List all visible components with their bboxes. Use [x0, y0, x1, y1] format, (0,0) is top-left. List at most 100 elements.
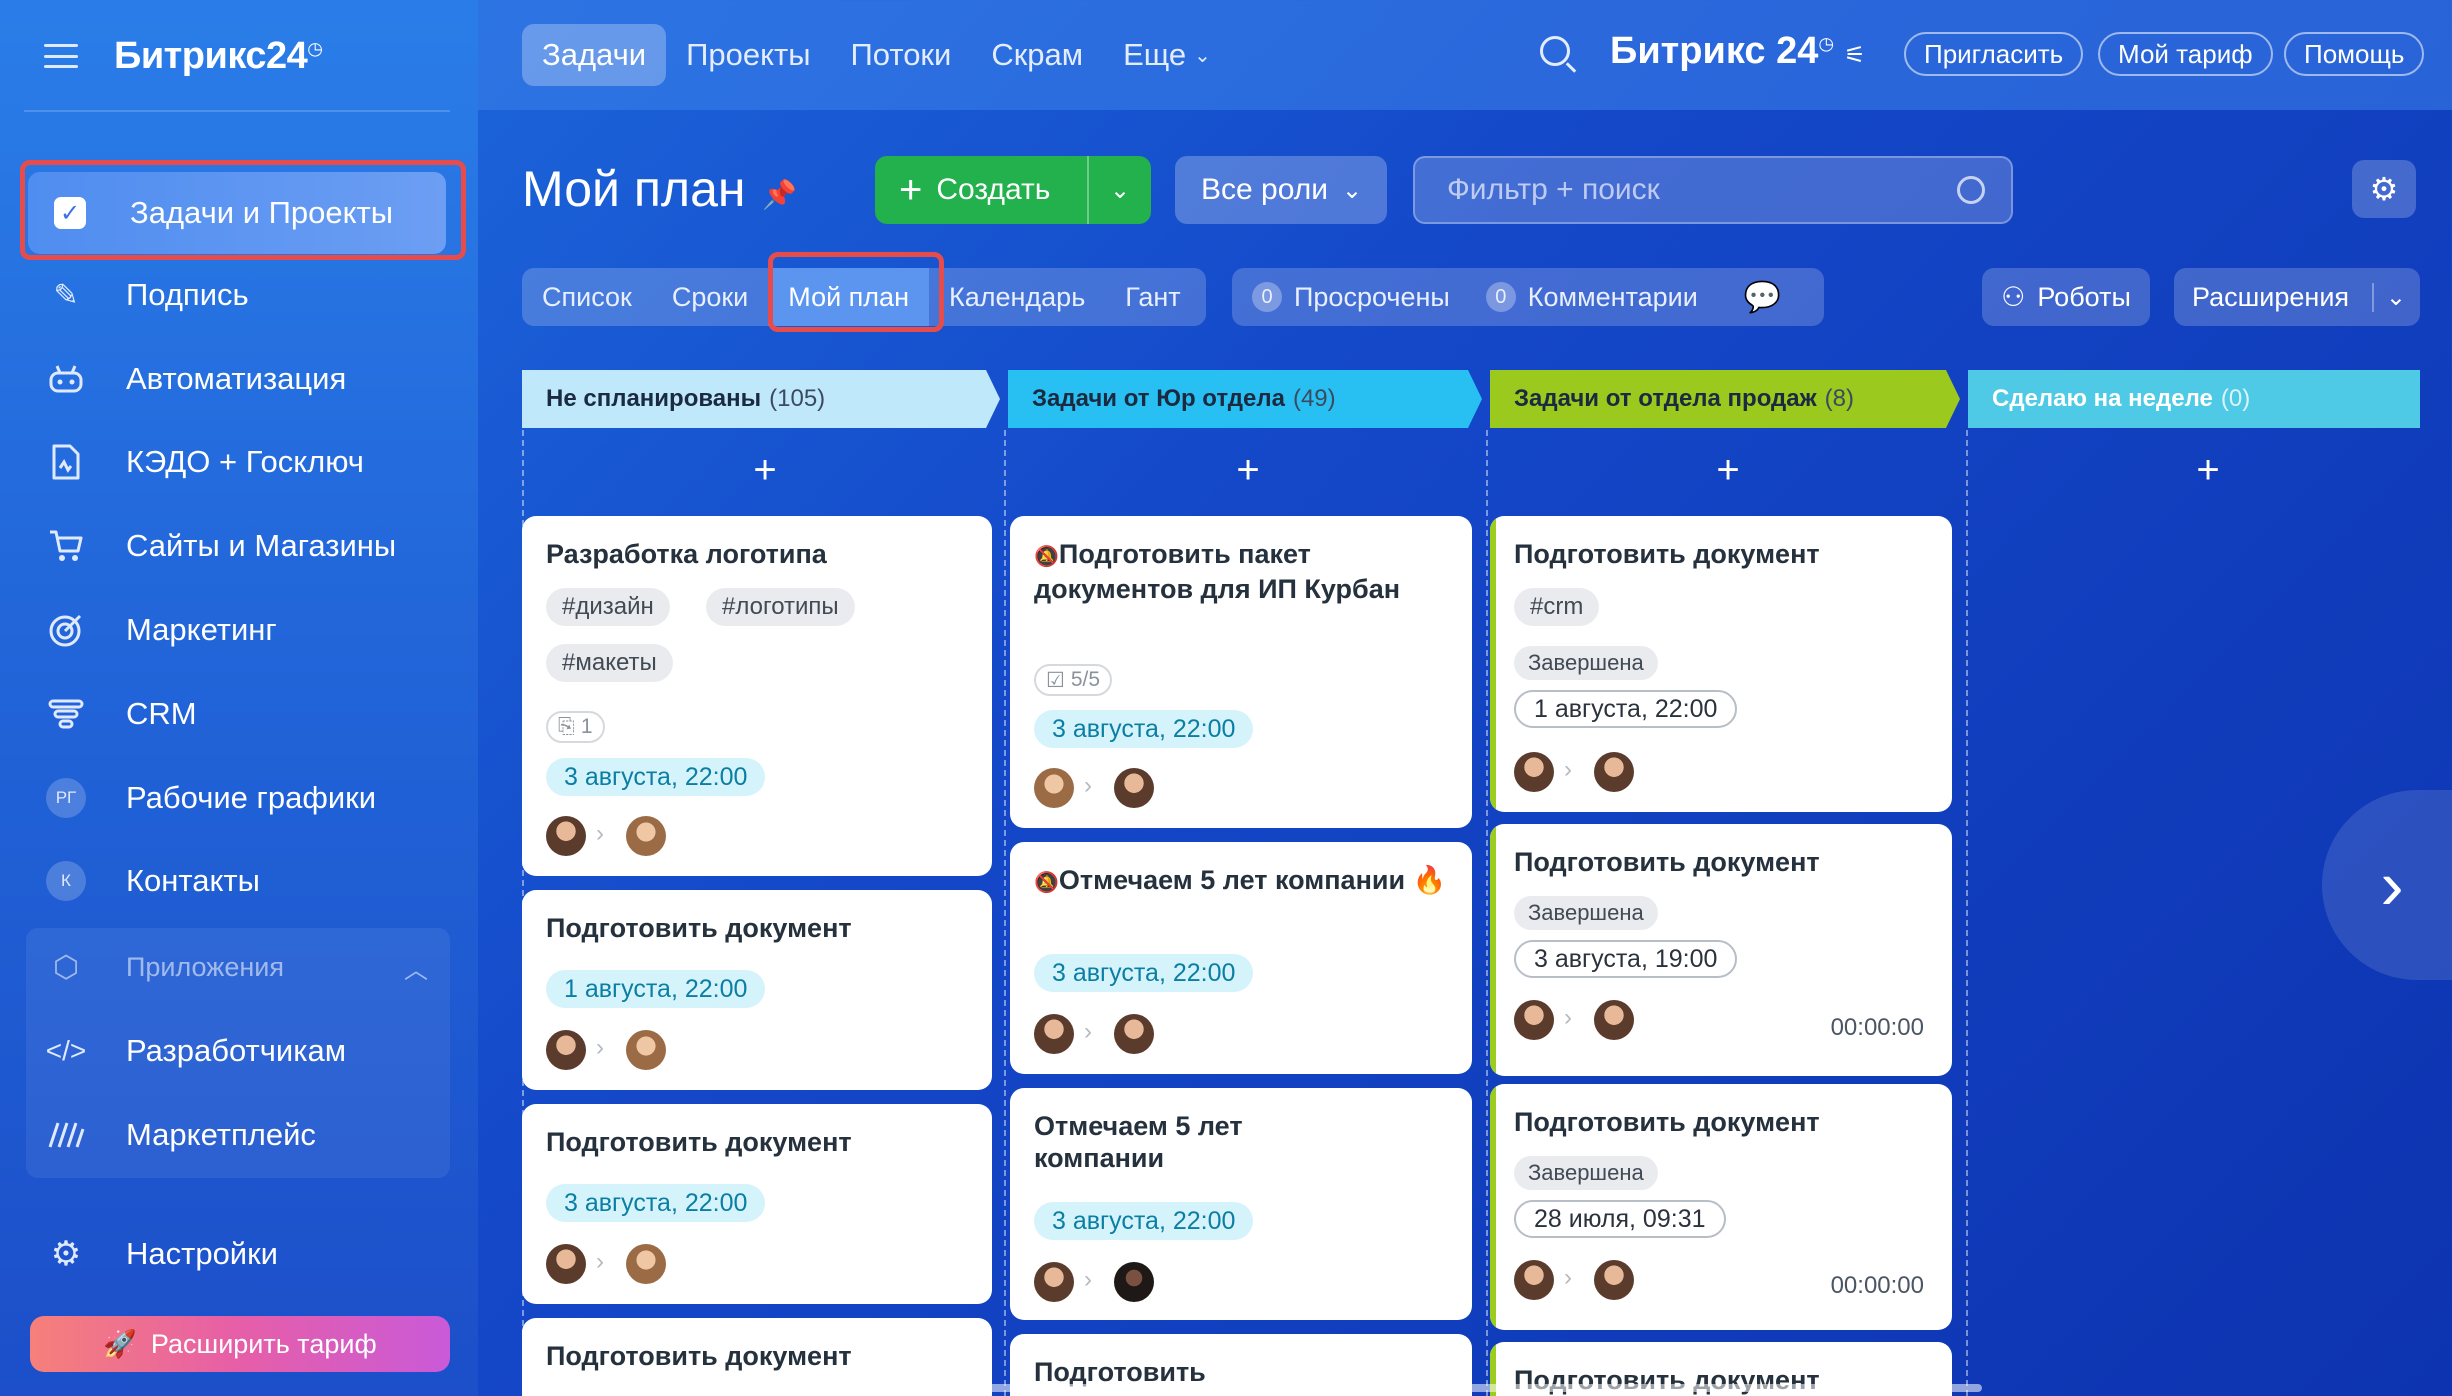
- task-deadline[interactable]: 3 августа, 22:00: [1034, 954, 1254, 992]
- add-task-button[interactable]: +: [1713, 448, 1743, 493]
- task-card[interactable]: Разработка логотипа #дизайн #логотипы #м…: [522, 516, 992, 876]
- task-tag[interactable]: #макеты: [546, 644, 673, 682]
- attachment-badge[interactable]: ⎘ 1: [546, 711, 605, 743]
- column-header[interactable]: Сделаю на неделе (0): [1968, 370, 2420, 428]
- task-card[interactable]: 🔕Отмечаем 5 лет компании 🔥 3 августа, 22…: [1010, 842, 1472, 1074]
- nav-more[interactable]: Еще ⌄: [1103, 24, 1231, 86]
- create-button[interactable]: + Создать ⌄: [875, 156, 1151, 224]
- sidebar-item-sites[interactable]: Сайты и Магазины: [24, 505, 450, 587]
- task-deadline[interactable]: 28 июля, 09:31: [1514, 1200, 1726, 1238]
- avatar[interactable]: [546, 1244, 586, 1284]
- nav-flows[interactable]: Потоки: [831, 24, 972, 86]
- task-title[interactable]: Подготовить документ: [1514, 538, 1932, 570]
- help-button[interactable]: Помощь: [2284, 32, 2425, 76]
- avatar[interactable]: [546, 1030, 586, 1070]
- scroll-right-button[interactable]: ›: [2322, 790, 2452, 980]
- chevron-down-icon[interactable]: ⌄: [1087, 156, 1151, 224]
- sidebar-item-marketplace[interactable]: Маркетплейс: [24, 1094, 450, 1176]
- task-tag[interactable]: #дизайн: [546, 588, 670, 626]
- sidebar-item-developers[interactable]: </> Разработчикам: [24, 1010, 450, 1092]
- task-title[interactable]: Отмечаем 5 лет компании: [1034, 1110, 1294, 1174]
- avatar[interactable]: [1114, 1014, 1154, 1054]
- task-tag[interactable]: #логотипы: [706, 588, 855, 626]
- task-card[interactable]: Подготовить документ Завершена 28 июля, …: [1490, 1084, 1952, 1330]
- task-title[interactable]: Подготовить документ: [1514, 1106, 1932, 1138]
- apps-section-header[interactable]: ⬡ Приложения ︿: [24, 926, 450, 1008]
- filter-search-input[interactable]: Фильтр + поиск: [1413, 156, 2013, 224]
- avatar[interactable]: [1114, 768, 1154, 808]
- task-tag[interactable]: #crm: [1514, 588, 1600, 626]
- menu-icon[interactable]: [44, 44, 78, 68]
- avatar[interactable]: [1594, 1260, 1634, 1300]
- nav-projects[interactable]: Проекты: [666, 24, 830, 86]
- logo[interactable]: Битрикс24◷: [114, 35, 323, 78]
- add-task-button[interactable]: +: [2193, 448, 2223, 493]
- task-deadline[interactable]: 3 августа, 22:00: [1034, 710, 1254, 748]
- overdue-counter[interactable]: Просрочены: [1294, 282, 1450, 313]
- comments-counter[interactable]: Комментарии: [1528, 282, 1698, 313]
- robots-button[interactable]: ⚇ Роботы: [1982, 268, 2150, 326]
- sliders-icon[interactable]: ⚟: [1844, 42, 1866, 69]
- task-card[interactable]: Отмечаем 5 лет компании 3 августа, 22:00…: [1010, 1088, 1472, 1320]
- invite-button[interactable]: Пригласить: [1904, 32, 2084, 76]
- avatar[interactable]: [1514, 1260, 1554, 1300]
- avatar[interactable]: [1594, 1000, 1634, 1040]
- task-card[interactable]: Подготовить документ 1 августа, 22:00 ›: [522, 890, 992, 1090]
- avatar[interactable]: [1114, 1262, 1154, 1302]
- avatar[interactable]: [1594, 752, 1634, 792]
- sidebar-item-crm[interactable]: CRM: [24, 673, 450, 755]
- chevron-down-icon[interactable]: ⌄: [2371, 282, 2406, 312]
- avatar[interactable]: [1514, 752, 1554, 792]
- sidebar-item-automation[interactable]: Автоматизация: [24, 338, 450, 420]
- task-deadline[interactable]: 3 августа, 19:00: [1514, 940, 1738, 978]
- avatar[interactable]: [626, 1244, 666, 1284]
- search-icon[interactable]: [1957, 176, 1985, 204]
- chevron-up-icon[interactable]: ︿: [404, 950, 428, 985]
- checklist-badge[interactable]: ☑ 5/5: [1034, 664, 1113, 696]
- tab-deadlines[interactable]: Сроки: [652, 268, 768, 326]
- chat-check-icon[interactable]: 💬: [1744, 280, 1781, 315]
- task-title[interactable]: 🔕Подготовить пакет документов для ИП Кур…: [1034, 538, 1452, 605]
- task-deadline[interactable]: 3 августа, 22:00: [546, 758, 766, 796]
- column-header[interactable]: Задачи от отдела продаж (8): [1490, 370, 1960, 428]
- task-title[interactable]: Подготовить документ: [1514, 846, 1932, 878]
- top-logo[interactable]: Битрикс 24◷ ⚟: [1610, 30, 1866, 73]
- sidebar-item-contacts[interactable]: К Контакты: [24, 840, 450, 922]
- sidebar-item-settings[interactable]: ⚙ Настройки: [24, 1213, 450, 1295]
- sidebar-item-signature[interactable]: ✎ Подпись: [24, 254, 450, 336]
- time-tracker[interactable]: 00:00:00: [1831, 1272, 1924, 1300]
- roles-dropdown[interactable]: Все роли ⌄: [1175, 156, 1387, 224]
- sidebar-item-kedo[interactable]: КЭДО + Госключ: [24, 421, 450, 503]
- nav-tasks[interactable]: Задачи: [522, 24, 667, 86]
- add-task-button[interactable]: +: [1233, 448, 1263, 493]
- time-tracker[interactable]: 00:00:00: [1831, 1014, 1924, 1042]
- upgrade-button[interactable]: 🚀 Расширить тариф: [30, 1316, 450, 1372]
- pin-icon[interactable]: 📌: [762, 178, 797, 211]
- task-card[interactable]: Подготовить документ Завершена 3 августа…: [1490, 824, 1952, 1076]
- avatar[interactable]: [546, 816, 586, 856]
- task-title[interactable]: Подготовить документ: [546, 912, 972, 944]
- avatar[interactable]: [626, 1030, 666, 1070]
- task-deadline[interactable]: 3 августа, 22:00: [1034, 1202, 1254, 1240]
- task-card[interactable]: Подготовить документ 3 августа, 22:00 ›: [522, 1104, 992, 1304]
- tab-calendar[interactable]: Календарь: [929, 268, 1105, 326]
- task-card[interactable]: Подготовить документ #crm Завершена 1 ав…: [1490, 516, 1952, 812]
- gear-icon[interactable]: ⚙: [2352, 160, 2416, 218]
- avatar[interactable]: [1034, 1262, 1074, 1302]
- task-title[interactable]: Разработка логотипа: [546, 538, 972, 570]
- sidebar-item-schedules[interactable]: РГ Рабочие графики: [24, 757, 450, 839]
- task-deadline[interactable]: 1 августа, 22:00: [546, 970, 766, 1008]
- add-task-button[interactable]: +: [750, 448, 780, 493]
- column-header[interactable]: Не спланированы (105): [522, 370, 1000, 428]
- my-plan-button[interactable]: Мой тариф: [2098, 32, 2273, 76]
- extensions-dropdown[interactable]: Расширения ⌄: [2174, 268, 2420, 326]
- task-title[interactable]: Подготовить документ: [546, 1126, 972, 1158]
- avatar[interactable]: [1034, 768, 1074, 808]
- nav-scrum[interactable]: Скрам: [971, 24, 1103, 86]
- avatar[interactable]: [626, 816, 666, 856]
- avatar[interactable]: [1514, 1000, 1554, 1040]
- task-title[interactable]: Подготовить документ: [546, 1340, 972, 1372]
- task-title[interactable]: 🔕Отмечаем 5 лет компании 🔥: [1034, 864, 1452, 899]
- horizontal-scrollbar[interactable]: [522, 1384, 1982, 1392]
- task-deadline[interactable]: 1 августа, 22:00: [1514, 690, 1738, 728]
